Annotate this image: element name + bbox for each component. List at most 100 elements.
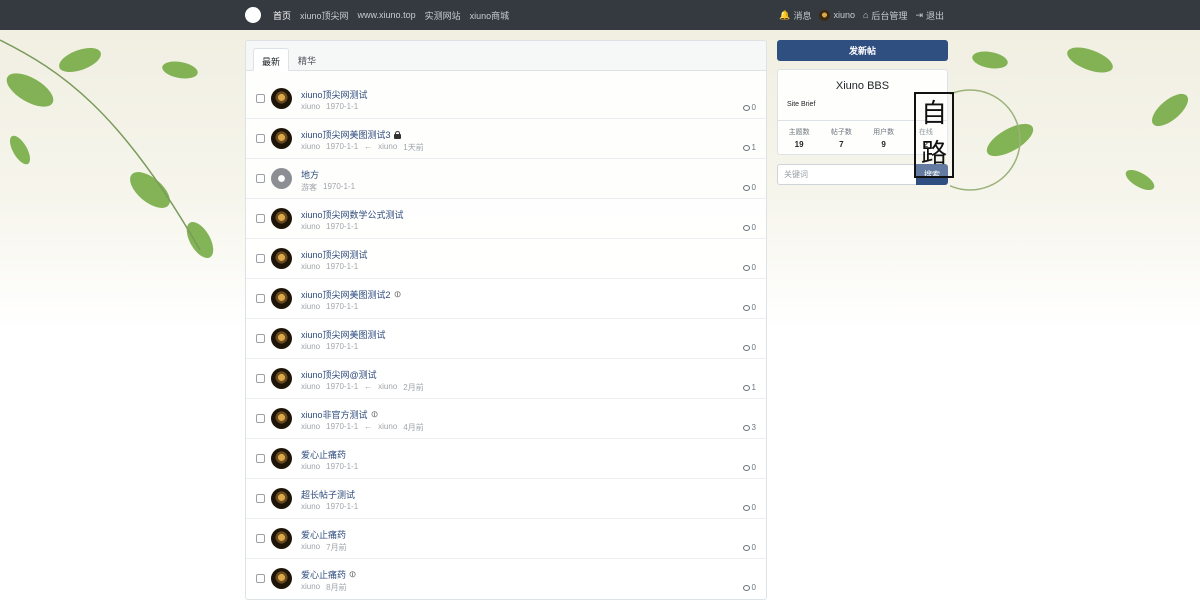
thread-row[interactable]: 爱心止痛药 xiuno 7月前 0 [246, 519, 766, 559]
thread-subject[interactable]: 超长帖子测试 [301, 488, 355, 501]
admin-link[interactable]: ⌂ 后台管理 [863, 9, 907, 22]
thread-subject-link[interactable]: 爱心止痛药 [301, 448, 346, 461]
thread-subject-link[interactable]: xiuno顶尖网数学公式测试 [301, 208, 404, 221]
nav-link-xiuno-top[interactable]: xiuno顶尖网 [300, 9, 349, 22]
notifications-link[interactable]: 🔔 消息 [779, 9, 811, 22]
thread-subject[interactable]: xiuno顶尖网美图测试2 [301, 288, 391, 301]
thread-checkbox[interactable] [256, 534, 265, 543]
thread-avatar[interactable] [271, 288, 292, 309]
thread-checkbox[interactable] [256, 454, 265, 463]
thread-subject[interactable]: xiuno顶尖网@测试 [301, 368, 377, 381]
thread-avatar[interactable] [271, 568, 292, 589]
thread-avatar[interactable] [271, 528, 292, 549]
thread-date: 8月前 [326, 583, 347, 592]
thread-subject-link[interactable]: 爱心止痛药 [301, 528, 346, 541]
thread-checkbox[interactable] [256, 334, 265, 343]
thread-row[interactable]: xiuno顶尖网美图测试2 ⊘ xiuno 1970-1-1 0 [246, 279, 766, 319]
thread-row[interactable]: xiuno顶尖网美图测试3 xiuno 1970-1-1 ← xiuno 1天前 1 [246, 119, 766, 159]
thread-author[interactable]: xiuno [301, 262, 320, 271]
nav-link-test-site[interactable]: 实测网站 [425, 9, 461, 22]
thread-subject-link[interactable]: xiuno顶尖网美图测试 [301, 328, 386, 341]
thread-subject[interactable]: xiuno顶尖网美图测试3 [301, 128, 391, 141]
thread-avatar[interactable] [271, 408, 292, 429]
thread-row[interactable]: xiuno顶尖网测试 xiuno 1970-1-1 0 [246, 79, 766, 119]
thread-author[interactable]: xiuno [301, 102, 320, 111]
thread-checkbox[interactable] [256, 494, 265, 503]
thread-subject-link[interactable]: 超长帖子测试 [301, 488, 355, 501]
last-reply-user[interactable]: xiuno [378, 382, 397, 393]
thread-checkbox[interactable] [256, 134, 265, 143]
thread-avatar[interactable] [271, 488, 292, 509]
thread-author[interactable]: xiuno [301, 462, 320, 471]
thread-row[interactable]: xiuno顶尖网数学公式测试 xiuno 1970-1-1 0 [246, 199, 766, 239]
thread-author[interactable]: xiuno [301, 582, 320, 593]
last-reply-user[interactable]: xiuno [378, 142, 397, 153]
nav-link-shop[interactable]: xiuno商城 [470, 9, 510, 22]
thread-subject-link[interactable]: xiuno顶尖网测试 [301, 248, 368, 261]
thread-author[interactable]: xiuno [301, 502, 320, 511]
search-input[interactable] [777, 164, 916, 185]
nav-link-www[interactable]: www.xiuno.top [358, 10, 416, 20]
thread-row[interactable]: 爱心止痛药 xiuno 1970-1-1 0 [246, 439, 766, 479]
thread-meta: xiuno 1970-1-1 ← xiuno 2月前 [301, 382, 424, 393]
thread-checkbox[interactable] [256, 294, 265, 303]
thread-subject[interactable]: xiuno顶尖网数学公式测试 [301, 208, 404, 221]
thread-author[interactable]: xiuno [301, 342, 320, 351]
new-thread-button[interactable]: 发新帖 [777, 40, 948, 61]
thread-meta: xiuno 1970-1-1 [301, 502, 358, 511]
thread-replies: 1 [742, 143, 756, 152]
thread-row[interactable]: xiuno顶尖网美图测试 xiuno 1970-1-1 0 [246, 319, 766, 359]
thread-avatar[interactable] [271, 88, 292, 109]
thread-subject-link[interactable]: 地方 [301, 168, 319, 181]
thread-subject[interactable]: 爱心止痛药 [301, 568, 346, 581]
thread-subject[interactable]: xiuno顶尖网美图测试 [301, 328, 386, 341]
thread-subject-link[interactable]: 爱心止痛药 ⊘ [301, 568, 359, 581]
thread-subject[interactable]: 爱心止痛药 [301, 448, 346, 461]
thread-avatar[interactable] [271, 448, 292, 469]
thread-checkbox[interactable] [256, 374, 265, 383]
thread-author[interactable]: xiuno [301, 422, 320, 433]
thread-checkbox[interactable] [256, 254, 265, 263]
nav-link-home[interactable]: 首页 [273, 9, 291, 22]
thread-row[interactable]: 爱心止痛药 ⊘ xiuno 8月前 0 [246, 559, 766, 599]
logout-link[interactable]: ⇥ 退出 [915, 9, 944, 22]
thread-author[interactable]: xiuno [301, 142, 320, 153]
thread-avatar[interactable] [271, 368, 292, 389]
thread-avatar[interactable] [271, 328, 292, 349]
thread-author[interactable]: 游客 [301, 182, 317, 193]
thread-subject[interactable]: xiuno顶尖网测试 [301, 248, 368, 261]
thread-row[interactable]: 超长帖子测试 xiuno 1970-1-1 0 [246, 479, 766, 519]
user-profile-link[interactable]: xiuno [819, 9, 855, 21]
thread-subject[interactable]: 爱心止痛药 [301, 528, 346, 541]
thread-checkbox[interactable] [256, 94, 265, 103]
thread-checkbox[interactable] [256, 174, 265, 183]
tab-latest[interactable]: 最新 [253, 48, 290, 71]
thread-checkbox[interactable] [256, 214, 265, 223]
thread-subject-link[interactable]: xiuno顶尖网美图测试2 ⊘ [301, 288, 403, 301]
thread-author[interactable]: xiuno [301, 222, 320, 231]
thread-checkbox[interactable] [256, 414, 265, 423]
last-reply-user[interactable]: xiuno [378, 422, 397, 433]
tab-digest[interactable]: 精华 [290, 48, 324, 71]
site-name: Xiuno BBS [835, 80, 890, 92]
thread-avatar[interactable] [271, 128, 292, 149]
thread-row[interactable]: xiuno非官方测试 ⊘ xiuno 1970-1-1 ← xiuno 4月前 3 [246, 399, 766, 439]
thread-subject[interactable]: 地方 [301, 168, 319, 181]
thread-author[interactable]: xiuno [301, 302, 320, 311]
thread-checkbox[interactable] [256, 574, 265, 583]
thread-author[interactable]: xiuno [301, 382, 320, 393]
thread-row[interactable]: 地方 游客 1970-1-1 0 [246, 159, 766, 199]
thread-row[interactable]: xiuno顶尖网@测试 xiuno 1970-1-1 ← xiuno 2月前 1 [246, 359, 766, 399]
thread-subject-link[interactable]: xiuno顶尖网@测试 [301, 368, 377, 381]
thread-subject-link[interactable]: xiuno顶尖网测试 [301, 88, 368, 101]
thread-avatar[interactable] [271, 248, 292, 269]
thread-row[interactable]: xiuno顶尖网测试 xiuno 1970-1-1 0 [246, 239, 766, 279]
thread-author[interactable]: xiuno [301, 542, 320, 553]
site-logo-icon[interactable] [245, 7, 261, 23]
thread-subject-link[interactable]: xiuno顶尖网美图测试3 [301, 128, 401, 141]
thread-subject[interactable]: xiuno非官方测试 [301, 408, 368, 421]
thread-avatar[interactable] [271, 168, 292, 189]
thread-avatar[interactable] [271, 208, 292, 229]
thread-subject[interactable]: xiuno顶尖网测试 [301, 88, 368, 101]
thread-subject-link[interactable]: xiuno非官方测试 ⊘ [301, 408, 380, 421]
